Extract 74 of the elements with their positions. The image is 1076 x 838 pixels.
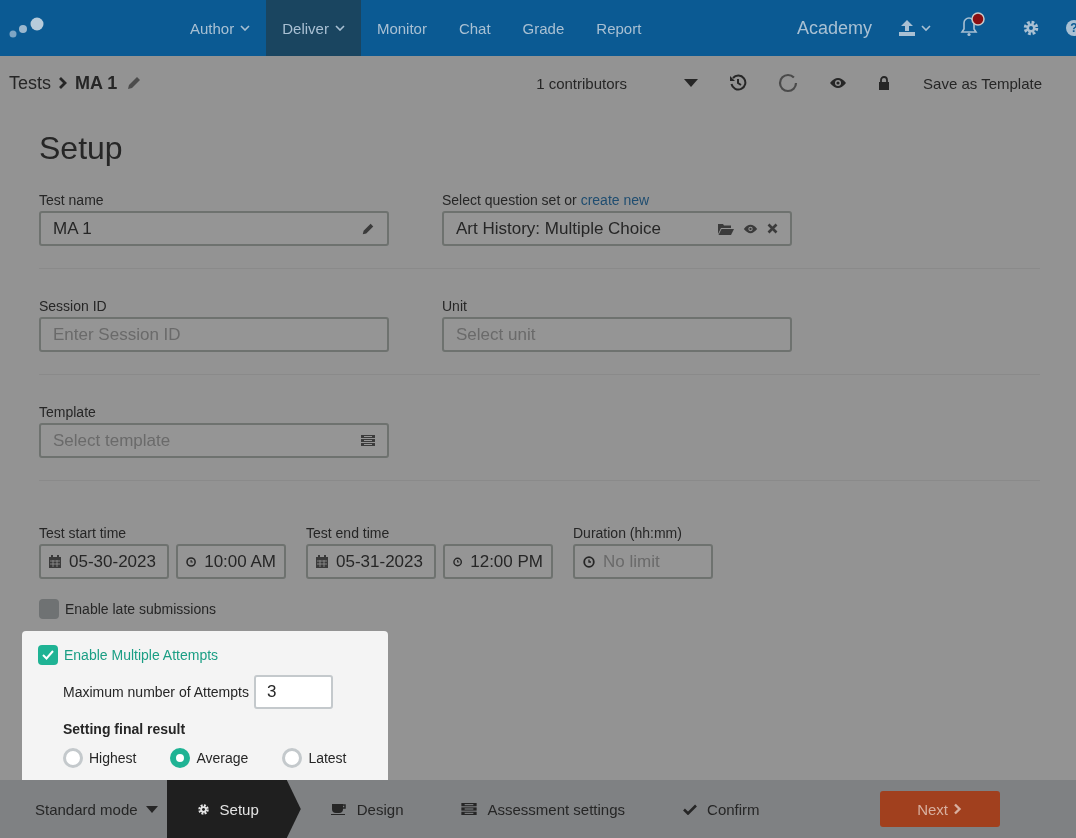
wizard-step[interactable]: Design [300,780,432,838]
checkbox-label: Enable Multiple Attempts [64,647,219,663]
date-field[interactable]: 05-30-2023 [39,544,169,579]
create-new-link[interactable]: create new [580,192,650,208]
nav-tab[interactable]: Grade [506,0,581,56]
field-label: Maximum number of Attempts [63,684,249,700]
pencil-icon[interactable] [126,75,143,91]
clock-icon [583,555,595,568]
bell-icon[interactable] [958,12,986,38]
field-label: Template [39,404,97,420]
test-name-field[interactable]: MA 1 [39,211,389,246]
workspace-name: Academy [796,17,872,39]
radio-button[interactable] [63,748,83,768]
nav-tab[interactable]: Monitor [360,0,443,56]
gear-icon [196,802,210,816]
next-button[interactable]: Next [879,791,1000,827]
caret-icon [145,805,158,813]
folder-icon[interactable] [718,222,734,235]
field-label: Test name [39,192,105,208]
wizard-step[interactable]: Confirm [653,780,788,838]
upload-icon[interactable] [898,19,932,37]
calendar-icon [49,555,61,568]
lock-icon[interactable] [878,76,891,90]
eye-icon[interactable] [743,223,758,234]
pencil-icon [361,221,375,236]
attempts-input[interactable]: 3 [253,675,333,709]
nav-tab[interactable]: Report [580,0,658,56]
question-set-field[interactable]: Art History: Multiple Choice [442,211,792,246]
close-icon[interactable] [767,223,778,234]
page-heading: Setup [39,130,124,167]
breadcrumb-link[interactable]: Tests [9,72,51,94]
list-icon [461,803,478,815]
checkmark-icon [42,650,54,660]
settings-icon[interactable] [1022,19,1040,37]
checkmark-icon [683,803,698,815]
nav-tab[interactable]: Author [174,0,267,56]
date-field[interactable]: 05-31-2023 [306,544,436,579]
section-label: Setting final result [63,721,187,737]
radio-label: Latest [308,750,347,766]
dropdown-caret-icon[interactable] [684,79,699,87]
chevron-right-icon [58,76,68,90]
field-label: Test start time [39,525,128,541]
cup-icon [330,803,347,815]
calendar-icon [316,555,328,568]
dots-logo-icon[interactable] [9,17,45,39]
time-field[interactable]: 12:00 PM [443,544,553,579]
loading-circle-icon[interactable] [778,73,799,93]
nav-tab[interactable]: Deliver [266,0,361,56]
chevron-right-icon [953,803,962,815]
field-label: Duration (hh:mm) [573,525,683,541]
time-field[interactable]: 10:00 AM [176,544,286,579]
nav-tab[interactable]: Chat [442,0,507,56]
eye-icon[interactable] [829,77,848,89]
mode-dropdown[interactable]: Standard mode [0,780,167,838]
contributors-count: 1 contributors [536,74,628,92]
save-as-template-button[interactable]: Save as Template [923,74,1042,92]
radio-label: Average [196,750,249,766]
list-icon [361,435,375,446]
wizard-step[interactable]: Setup [166,780,301,838]
field-label: Session ID [39,298,108,314]
checkbox-label: Enable late submissions [65,601,216,617]
field-label: Test end time [306,525,391,541]
wizard-step[interactable]: Assessment settings [431,780,654,838]
history-icon[interactable] [729,74,748,92]
checkbox[interactable] [39,599,59,619]
radio-label: Highest [89,750,137,766]
clock-icon [186,555,197,568]
field-label: Select question set or [442,192,577,208]
test-title: MA 1 [75,72,118,94]
checkbox[interactable] [38,645,58,665]
field-label: Unit [442,298,468,314]
clock-icon [453,555,463,568]
radio-button[interactable] [282,748,303,768]
radio-button[interactable] [170,748,191,768]
